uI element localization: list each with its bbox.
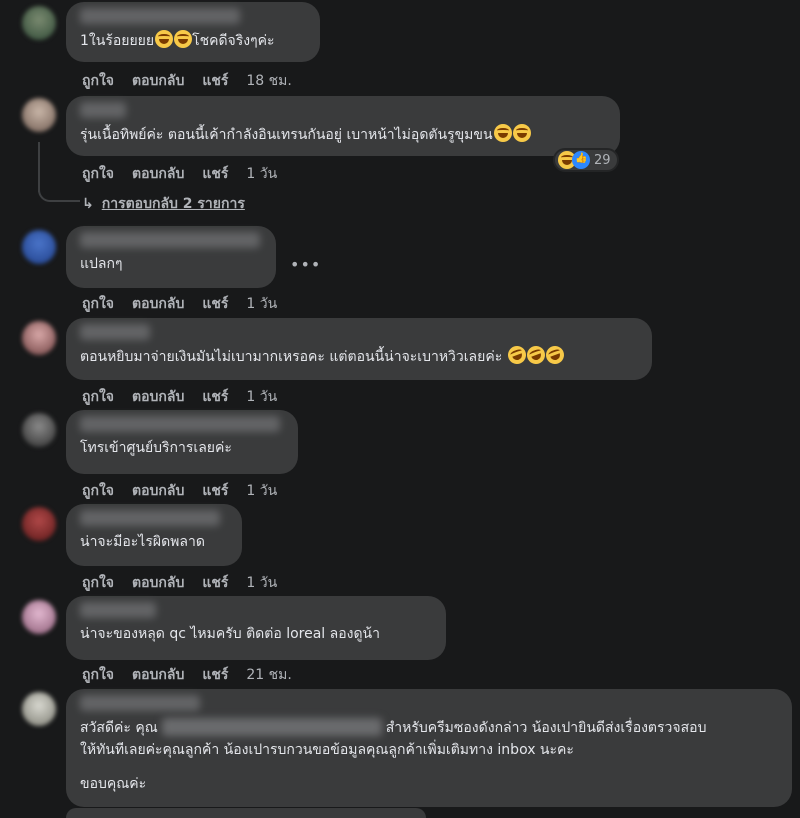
author-name-redacted[interactable] (80, 324, 150, 340)
more-options-icon[interactable]: ••• (290, 255, 321, 274)
reply-link[interactable]: ตอบกลับ (132, 575, 184, 591)
comment-time[interactable]: 18 ชม. (246, 73, 291, 89)
avatar[interactable] (22, 692, 56, 726)
thumbs-up-icon (572, 151, 590, 169)
comment-text: แปลกๆ (80, 256, 123, 272)
share-link[interactable]: แชร์ (202, 73, 228, 89)
avatar[interactable] (22, 230, 56, 264)
comment-actions: ถูกใจ ตอบกลับ แชร์ 1 วัน (82, 163, 295, 185)
avatar[interactable] (22, 321, 56, 355)
comment-text-part: โชคดีจริงๆค่ะ (192, 33, 275, 49)
share-link[interactable]: แชร์ (202, 296, 228, 312)
comment-text: 1ในร้อยยยย โชคดีจริงๆค่ะ (80, 30, 308, 51)
comment-text: น่าจะมีอะไรผิดพลาด (80, 534, 205, 550)
like-link[interactable]: ถูกใจ (82, 575, 114, 591)
share-link[interactable]: แชร์ (202, 667, 228, 683)
like-link[interactable]: ถูกใจ (82, 483, 114, 499)
like-link[interactable]: ถูกใจ (82, 667, 114, 683)
comment-text-part: สำหรับครีมซองดังกล่าว น้องเปายินดีส่งเรื… (385, 720, 707, 736)
comment-bubble: 1ในร้อยยยย โชคดีจริงๆค่ะ (66, 2, 320, 62)
avatar[interactable] (22, 6, 56, 40)
comment-time[interactable]: 1 วัน (246, 166, 277, 182)
avatar[interactable] (22, 98, 56, 132)
grinning-face-icon (174, 30, 193, 48)
author-name-redacted[interactable] (80, 102, 126, 118)
reply-arrow-icon: ↳ (82, 196, 94, 212)
reply-link[interactable]: ตอบกลับ (132, 166, 184, 182)
reply-link[interactable]: ตอบกลับ (132, 667, 184, 683)
comment-actions: ถูกใจ ตอบกลับ แชร์ 21 ชม. (82, 664, 310, 686)
view-replies-link[interactable]: ↳ การตอบกลับ 2 รายการ (82, 193, 245, 215)
comment-actions: ถูกใจ ตอบกลับ แชร์ 18 ชม. (82, 70, 310, 92)
comment-time[interactable]: 1 วัน (246, 575, 277, 591)
comment-text-part: สวัสดีค่ะ คุณ (80, 720, 158, 736)
comment-text-part: รุ่นเนื้อทิพย์ค่ะ ตอนนี้เค้ากำลังอินเทรน… (80, 127, 493, 143)
comment-text: ตอนหยิบมาจ่ายเงินมันไม่เบามากเหรอคะ แต่ต… (80, 343, 640, 367)
rolling-on-floor-laughing-icon (505, 343, 529, 367)
share-link[interactable]: แชร์ (202, 575, 228, 591)
reply-link[interactable]: ตอบกลับ (132, 483, 184, 499)
comment-text-part: 1ในร้อยยยย (80, 33, 155, 49)
like-link[interactable]: ถูกใจ (82, 389, 114, 405)
author-name-redacted[interactable] (80, 232, 260, 248)
comment-actions: ถูกใจ ตอบกลับ แชร์ 1 วัน (82, 480, 295, 502)
comment-bubble: ตอนหยิบมาจ่ายเงินมันไม่เบามากเหรอคะ แต่ต… (66, 318, 652, 380)
comment-text: รุ่นเนื้อทิพย์ค่ะ ตอนนี้เค้ากำลังอินเทรน… (80, 124, 608, 145)
comment-time[interactable]: 21 ชม. (246, 667, 291, 683)
comment-line: ขอบคุณค่ะ (80, 776, 147, 792)
comment-actions: ถูกใจ ตอบกลับ แชร์ 1 วัน (82, 386, 295, 408)
grinning-face-icon (155, 30, 174, 48)
author-name-redacted[interactable] (80, 602, 156, 618)
thread-connector (38, 180, 80, 202)
comment-text: สวัสดีค่ะ คุณ สำหรับครีมซองดังกล่าว น้องเ… (80, 717, 780, 795)
avatar[interactable] (22, 507, 56, 541)
comment-bubble: น่าจะของหลุด qc ไหมครับ ติดต่อ loreal ลอ… (66, 596, 446, 660)
comment-bubble: น่าจะมีอะไรผิดพลาด (66, 504, 242, 566)
reaction-count: 29 (594, 152, 611, 168)
reply-link[interactable]: ตอบกลับ (132, 389, 184, 405)
comment-line: ให้ทันทีเลยค่ะคุณลูกค้า น้องเปารบกวนขอข้… (80, 742, 574, 758)
rolling-on-floor-laughing-icon (524, 343, 548, 367)
comment-time[interactable]: 1 วัน (246, 296, 277, 312)
laughing-face-icon (493, 124, 512, 142)
comment-bubble: แปลกๆ (66, 226, 276, 288)
like-link[interactable]: ถูกใจ (82, 166, 114, 182)
comment-time[interactable]: 1 วัน (246, 483, 277, 499)
comment-text: โทรเข้าศูนย์บริการเลยค่ะ (80, 440, 232, 456)
share-link[interactable]: แชร์ (202, 389, 228, 405)
avatar[interactable] (22, 600, 56, 634)
avatar[interactable] (22, 413, 56, 447)
comment-actions: ถูกใจ ตอบกลับ แชร์ 1 วัน (82, 572, 295, 594)
author-name-redacted[interactable] (80, 8, 240, 24)
share-link[interactable]: แชร์ (202, 483, 228, 499)
comment-text: น่าจะของหลุด qc ไหมครับ ติดต่อ loreal ลอ… (80, 626, 380, 642)
laughing-face-icon (512, 124, 531, 142)
author-name-redacted[interactable] (80, 510, 220, 526)
reaction-summary[interactable]: 29 (553, 148, 619, 172)
share-link[interactable]: แชร์ (202, 166, 228, 182)
comment-time[interactable]: 1 วัน (246, 389, 277, 405)
like-link[interactable]: ถูกใจ (82, 73, 114, 89)
comment-line: สวัสดีค่ะ คุณ สำหรับครีมซองดังกล่าว น้องเ… (80, 717, 780, 739)
comment-bubble: รุ่นเนื้อทิพย์ค่ะ ตอนนี้เค้ากำลังอินเทรน… (66, 96, 620, 156)
comment-bubble: โทรเข้าศูนย์บริการเลยค่ะ (66, 410, 298, 474)
reply-link[interactable]: ตอบกลับ (132, 296, 184, 312)
next-comment-preview (66, 808, 426, 818)
author-name-redacted[interactable] (80, 416, 280, 432)
reply-link[interactable]: ตอบกลับ (132, 73, 184, 89)
author-name-redacted[interactable] (80, 695, 200, 711)
comment-text-part: ตอนหยิบมาจ่ายเงินมันไม่เบามากเหรอคะ แต่ต… (80, 349, 503, 365)
view-replies-label: การตอบกลับ 2 รายการ (101, 196, 245, 212)
comment-actions: ถูกใจ ตอบกลับ แชร์ 1 วัน (82, 293, 295, 315)
mentioned-name-redacted[interactable] (161, 718, 382, 736)
comment-bubble: สวัสดีค่ะ คุณ สำหรับครีมซองดังกล่าว น้องเ… (66, 689, 792, 807)
like-link[interactable]: ถูกใจ (82, 296, 114, 312)
rolling-on-floor-laughing-icon (543, 343, 567, 367)
